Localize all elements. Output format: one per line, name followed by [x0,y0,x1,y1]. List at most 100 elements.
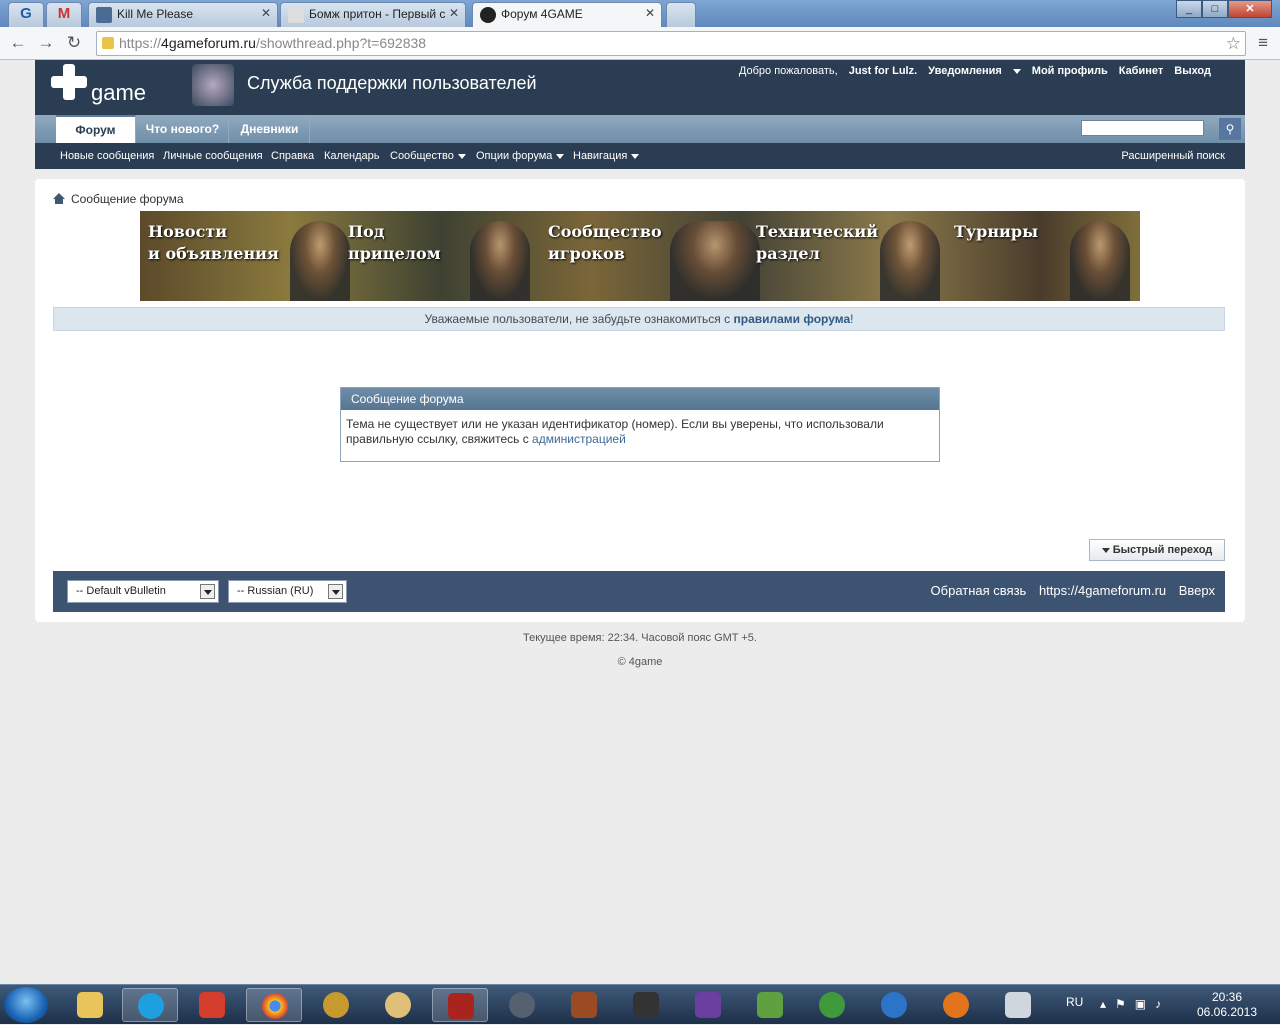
profile-link[interactable]: Мой профиль [1032,65,1108,77]
copyright: © 4game [617,656,663,668]
app2-taskbar-button[interactable] [804,988,860,1022]
logout-link[interactable]: Выход [1174,65,1211,77]
tab-forum[interactable]: Форум [56,115,136,143]
game3-taskbar-button[interactable] [556,988,612,1022]
cpuz-taskbar-button[interactable] [680,988,736,1022]
browser-toolbar: ← → ↻ https://4gameforum.ru/showthread.p… [0,27,1280,60]
game-icon [571,992,597,1018]
folder-icon [77,992,103,1018]
gpu-taskbar-button[interactable] [742,988,798,1022]
input-language[interactable]: RU [1066,995,1083,1009]
subnav-forum-options-label: Опции форума [476,150,553,162]
explorer-taskbar-button[interactable] [62,988,118,1022]
app3-taskbar-button[interactable] [866,988,922,1022]
forum-subnav: Новые сообщения Личные сообщения Справка… [35,143,1245,169]
clock-time: 20:36 [1211,990,1243,1004]
subnav-community[interactable]: Сообщество [390,150,466,162]
reload-icon[interactable]: ↻ [64,33,84,53]
language-select[interactable]: -- Russian (RU) [228,580,347,603]
subnav-community-label: Сообщество [390,150,454,162]
close-icon[interactable]: ✕ [449,6,459,20]
forum-header: game Служба поддержки пользователей Добр… [35,60,1245,115]
site-link[interactable]: https://4gameforum.ru [1039,583,1166,598]
cabinet-link[interactable]: Кабинет [1119,65,1164,77]
administration-link[interactable]: администрацией [532,432,626,446]
tab-pinned-gmail[interactable]: M [46,2,82,27]
mascot-image [192,64,234,106]
start-button[interactable] [4,987,48,1023]
tray-icons[interactable]: ▴⚑▣♪ [1100,997,1170,1011]
cpuz-icon [695,992,721,1018]
banner-character-image [1070,221,1130,301]
info-icon [943,992,969,1018]
quick-jump-label: Быстрый переход [1112,544,1213,556]
bookmark-star-icon[interactable]: ☆ [1226,32,1241,55]
app-taskbar-button[interactable] [184,988,240,1022]
banner-tech-link[interactable]: Технический раздел [756,221,878,265]
page-icon [288,7,304,23]
close-icon[interactable]: ✕ [645,6,655,20]
app-icon [881,992,907,1018]
app4-taskbar-button[interactable] [990,988,1046,1022]
username-link[interactable]: Just for Lulz. [849,65,917,77]
feedback-link[interactable]: Обратная связь [931,583,1027,598]
skype-taskbar-button[interactable] [122,988,178,1022]
advanced-search-link[interactable]: Расширенный поиск [1121,150,1225,162]
tab-whats-new[interactable]: Что нового? [137,116,229,143]
chevron-up-icon[interactable]: ▴ [1100,997,1115,1011]
subnav-navigation-label: Навигация [573,150,628,162]
quick-jump-button[interactable]: Быстрый переход [1089,539,1225,561]
search-input[interactable] [1081,120,1204,136]
window-close-icon[interactable]: ✕ [1228,0,1272,18]
banner-under-sight-link[interactable]: Под прицелом [348,221,441,265]
sections-banner[interactable]: Новости и объявления Под прицелом Сообщест… [140,211,1140,301]
nfs-taskbar-button[interactable] [618,988,674,1022]
flag-icon[interactable]: ⚑ [1115,997,1135,1011]
wrench-menu-icon[interactable]: ≡ [1258,33,1268,53]
banner-community-link[interactable]: Сообщество игроков [548,221,662,265]
subnav-help[interactable]: Справка [271,150,314,162]
game-taskbar-button[interactable] [308,988,364,1022]
banner-news-link[interactable]: Новости и объявления [148,221,279,265]
message-title: Сообщение форума [341,388,939,410]
helmet-icon [509,992,535,1018]
volume-icon[interactable]: ♪ [1155,997,1170,1011]
address-bar[interactable]: https://4gameforum.ru/showthread.php?t=6… [96,31,1246,56]
search-icon[interactable]: ⚲ [1219,118,1241,140]
close-icon[interactable]: ✕ [261,6,271,20]
subnav-navigation[interactable]: Навигация [573,150,640,162]
subnav-private-messages[interactable]: Личные сообщения [163,150,263,162]
maximize-icon[interactable]: □ [1202,0,1228,18]
new-tab-button[interactable] [666,2,696,27]
home-icon[interactable] [53,193,65,204]
clock[interactable]: 20:36 06.06.2013 [1194,990,1260,1020]
tab-blogs[interactable]: Дневники [230,116,310,143]
tab-forum-4game[interactable]: Форум 4GAME ✕ [472,2,662,27]
subnav-forum-options[interactable]: Опции форума [476,150,565,162]
fallout-taskbar-button[interactable] [370,988,426,1022]
banner-tournaments-link[interactable]: Турниры [954,221,1038,243]
forward-arrow-icon[interactable]: → [36,33,56,53]
style-select[interactable]: -- Default vBulletin [67,580,219,603]
notifications-link[interactable]: Уведомления [928,65,1021,77]
forum-rules-link[interactable]: правилами форума [733,312,850,326]
network-icon[interactable]: ▣ [1135,997,1155,1011]
chrome-taskbar-button[interactable] [246,988,302,1022]
info-taskbar-button[interactable] [928,988,984,1022]
subnav-new-posts[interactable]: Новые сообщения [60,150,154,162]
subnav-calendar[interactable]: Календарь [324,150,380,162]
tab-kill-me-please[interactable]: Kill Me Please ✕ [88,2,278,27]
top-link[interactable]: Вверх [1179,583,1215,598]
tab-bomzh[interactable]: Бомж притон - Первый с ✕ [280,2,466,27]
tab-pinned-4game[interactable]: G [8,2,44,27]
banner-character-image [290,221,350,301]
plus-logo-icon [51,64,87,100]
notice-suffix: ! [850,312,854,326]
back-arrow-icon[interactable]: ← [8,33,28,53]
tab-title: Форум 4GAME [501,7,583,21]
minimize-icon[interactable]: _ [1176,0,1202,18]
4game-taskbar-button[interactable] [432,988,488,1022]
breadcrumb: Сообщение форума [53,192,184,206]
site-title: Служба поддержки пользователей [247,73,537,93]
game2-taskbar-button[interactable] [494,988,550,1022]
